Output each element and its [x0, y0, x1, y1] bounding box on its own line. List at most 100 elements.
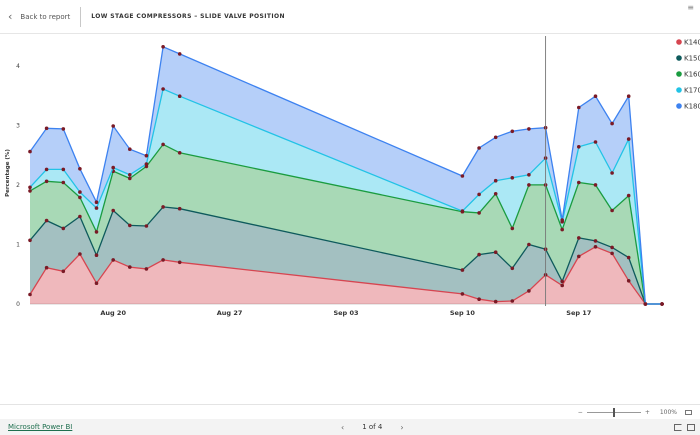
data-point-k150 [626, 255, 631, 260]
chevron-left-icon: ‹ [8, 10, 13, 23]
data-point-k150 [510, 266, 515, 271]
data-point-k170 [593, 140, 598, 144]
data-point-k160 [161, 142, 165, 147]
data-point-k140 [144, 267, 149, 271]
share-icon[interactable] [674, 424, 682, 431]
data-point-k160 [128, 176, 132, 181]
data-point-k140 [493, 299, 498, 304]
zoom-in-button[interactable]: + [641, 409, 654, 416]
data-point-k170 [111, 165, 115, 170]
back-to-report-button[interactable]: ‹ Back to report [0, 0, 80, 33]
legend-marker-k180 [676, 103, 682, 109]
data-point-k160 [493, 192, 498, 196]
data-point-k150 [610, 245, 614, 250]
page-indicator: 1 of 4 [362, 423, 383, 431]
report-footer: Microsoft Power BI ‹ 1 of 4 › [0, 419, 700, 435]
data-point-k140 [94, 281, 99, 285]
previous-page-button[interactable]: ‹ [341, 423, 344, 432]
legend-label-k180: K180 [684, 103, 700, 111]
data-point-k180 [626, 94, 631, 98]
data-point-k180 [560, 218, 564, 222]
fit-to-page-icon[interactable] [685, 409, 692, 415]
zoom-control: − + 100% [574, 406, 692, 418]
data-point-k170 [177, 94, 182, 98]
data-point-k150 [577, 236, 581, 240]
filter-icon[interactable]: ≡ [687, 3, 694, 12]
y-axis-label: Percentage (%) [5, 149, 11, 197]
header-divider [80, 6, 82, 27]
data-point-k150 [61, 226, 66, 231]
data-point-k140 [28, 292, 32, 297]
data-point-k180 [144, 153, 149, 158]
fullscreen-icon[interactable] [687, 424, 695, 431]
visual-title: LOW STAGE COMPRESSORS – SLIDE VALVE POSI… [91, 13, 285, 20]
data-point-k140 [78, 252, 82, 256]
legend-label-k150: K150 [684, 55, 700, 63]
data-point-k150 [94, 253, 99, 257]
data-point-k140 [577, 254, 581, 259]
data-point-k140 [111, 258, 115, 262]
data-point-k170 [161, 87, 165, 91]
stacked-area-chart[interactable]: 0 1 2 3 4 Percentage (%) Aug 20 Aug 27 Sep 03 Sep… [0, 34, 700, 334]
zoom-slider-thumb[interactable] [612, 407, 615, 417]
data-point-k160 [94, 230, 99, 234]
data-point-k170 [128, 173, 132, 177]
data-point-k170 [78, 190, 82, 194]
zoom-out-button[interactable]: − [574, 409, 587, 416]
data-point-k140 [610, 251, 614, 256]
data-point-k150 [177, 206, 182, 211]
data-point-k170 [477, 192, 481, 197]
data-point-k140 [593, 245, 598, 249]
y-tick-label: 0 [16, 301, 20, 308]
x-tick-label: Sep 17 [566, 309, 591, 317]
data-point-k140 [128, 265, 132, 269]
data-point-k150 [593, 239, 598, 243]
legend-label-k160: K160 [684, 71, 700, 79]
data-point-k140 [460, 292, 465, 296]
data-point-k150 [78, 214, 82, 219]
data-point-k180 [78, 167, 82, 171]
legend-marker-k160 [676, 71, 682, 77]
data-point-k160 [577, 180, 581, 185]
data-point-k160 [610, 208, 614, 213]
data-point-k180 [61, 127, 66, 131]
data-point-k140 [527, 289, 531, 293]
data-point-k170 [44, 167, 49, 172]
power-bi-link[interactable]: Microsoft Power BI [8, 423, 72, 431]
data-point-k160 [510, 226, 515, 231]
data-point-k180 [94, 200, 99, 204]
data-point-k150 [493, 250, 498, 254]
data-point-k150 [460, 268, 465, 272]
data-point-k180 [593, 94, 598, 98]
data-point-k170 [460, 209, 465, 213]
legend-marker-k170 [676, 87, 682, 93]
y-tick-label: 3 [16, 122, 20, 129]
page-navigator: ‹ 1 of 4 › [332, 423, 413, 432]
legend-marker-k140 [676, 39, 682, 45]
data-point-k170 [144, 162, 149, 166]
data-point-k140 [626, 279, 631, 283]
data-point-k180 [460, 174, 465, 178]
data-point-k180 [177, 52, 182, 56]
data-point-k160 [477, 211, 481, 215]
next-page-button[interactable]: › [400, 423, 403, 432]
data-point-k160 [626, 193, 631, 198]
data-point-k180 [477, 146, 481, 150]
data-point-k150 [144, 224, 149, 228]
data-point-k180 [610, 121, 614, 126]
back-to-report-label: Back to report [20, 12, 71, 21]
data-point-k160 [78, 195, 82, 200]
data-point-k180 [527, 127, 531, 131]
zoom-slider[interactable] [586, 407, 641, 417]
data-point-k150 [28, 238, 32, 243]
data-point-k170 [610, 171, 614, 175]
data-point-k150 [527, 242, 531, 247]
data-point-k180 [161, 45, 165, 49]
y-tick-label: 4 [16, 63, 20, 70]
data-point-k150 [111, 208, 115, 213]
data-point-k140 [44, 265, 49, 270]
data-point-k170 [527, 173, 531, 177]
data-point-k180 [111, 124, 115, 128]
data-point-k180 [510, 129, 515, 134]
data-point-k170 [28, 185, 32, 190]
